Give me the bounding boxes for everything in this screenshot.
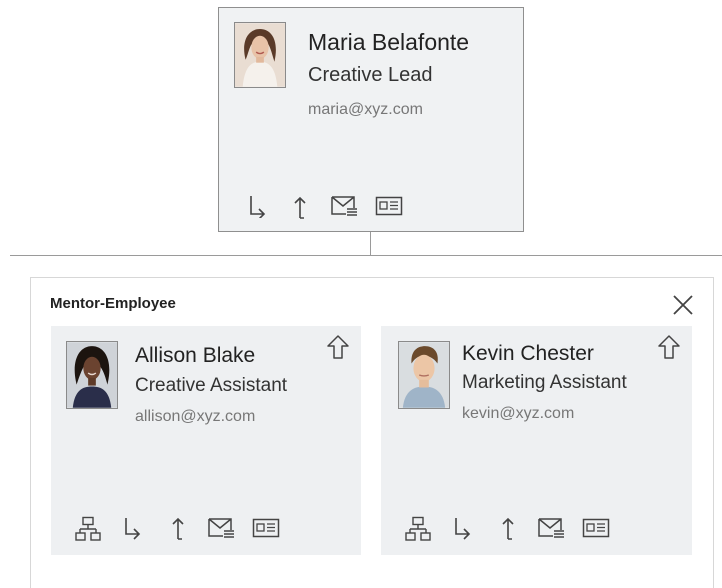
employee-email[interactable]: kevin@xyz.com bbox=[462, 405, 574, 423]
connector-line-horizontal bbox=[10, 255, 722, 256]
id-card-icon[interactable] bbox=[252, 518, 280, 538]
org-chart-icon[interactable] bbox=[75, 516, 101, 542]
id-card-icon[interactable] bbox=[375, 196, 403, 216]
org-chart-icon[interactable] bbox=[405, 516, 431, 542]
close-icon[interactable] bbox=[672, 294, 694, 316]
manager-name: Maria Belafonte bbox=[308, 29, 470, 55]
employee-name: Kevin Chester bbox=[462, 342, 594, 365]
employee-card[interactable]: Kevin Chester Marketing Assistant kevin@… bbox=[381, 326, 692, 555]
arrow-up-icon[interactable] bbox=[499, 515, 517, 541]
mail-icon[interactable] bbox=[537, 517, 565, 539]
employee-name: Allison Blake bbox=[135, 344, 256, 367]
mail-icon[interactable] bbox=[330, 195, 358, 217]
employee-avatar bbox=[398, 341, 450, 409]
panel-title: Mentor-Employee bbox=[50, 295, 176, 312]
up-arrow-outline-icon[interactable] bbox=[657, 334, 681, 360]
manager-avatar bbox=[234, 22, 286, 88]
employee-avatar bbox=[66, 341, 118, 409]
up-arrow-outline-icon[interactable] bbox=[326, 334, 350, 360]
manager-card[interactable]: Maria Belafonte Creative Lead maria@xyz.… bbox=[218, 7, 524, 232]
employee-role: Creative Assistant bbox=[135, 375, 288, 396]
mail-icon[interactable] bbox=[207, 517, 235, 539]
arrow-up-icon[interactable] bbox=[169, 515, 187, 541]
employee-email[interactable]: allison@xyz.com bbox=[135, 408, 255, 426]
employee-card[interactable]: Allison Blake Creative Assistant allison… bbox=[51, 326, 361, 555]
id-card-icon[interactable] bbox=[582, 518, 610, 538]
arrow-down-right-icon[interactable] bbox=[453, 516, 471, 540]
manager-role: Creative Lead bbox=[308, 64, 433, 86]
arrow-down-right-icon[interactable] bbox=[248, 194, 266, 218]
manager-email[interactable]: maria@xyz.com bbox=[308, 101, 423, 119]
employee-role: Marketing Assistant bbox=[462, 372, 627, 393]
arrow-up-icon[interactable] bbox=[291, 194, 309, 220]
arrow-down-right-icon[interactable] bbox=[123, 516, 141, 540]
connector-line-vertical bbox=[370, 232, 371, 255]
